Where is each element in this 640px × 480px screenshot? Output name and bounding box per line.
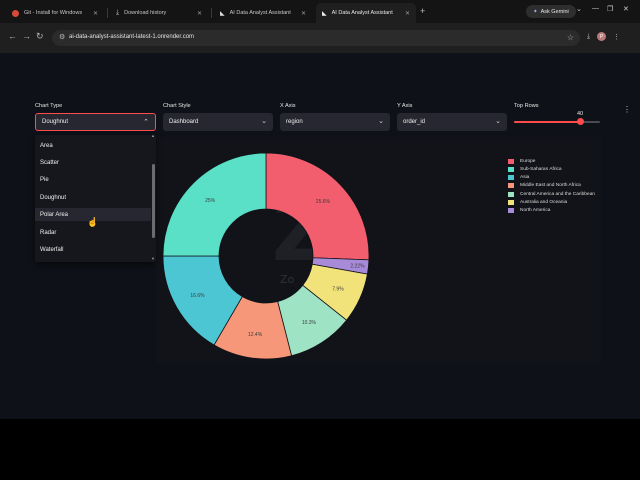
dropdown-scrollbar-thumb[interactable] [152, 164, 155, 238]
address-bar[interactable]: ⚙ ai-data-analyst-assistant-latest-1.onr… [52, 30, 580, 46]
watermark-text: Zo [280, 273, 295, 286]
tab-strip: Git - Install for Windows ✕ ⤓ Download h… [0, 0, 640, 23]
legend-item[interactable]: Asia [508, 174, 529, 182]
legend-label: Sub-Saharan Africa [520, 166, 562, 172]
legend-item[interactable]: Central America and the Caribbean [508, 190, 595, 198]
dropdown-option-scatter[interactable]: Scatter [35, 156, 151, 169]
tab-label: Download history [124, 10, 167, 16]
gemini-icon: ✦ [533, 8, 538, 15]
legend-label: Australia and Oceania [520, 200, 568, 205]
chart-style-value: Dashboard [169, 119, 199, 125]
ask-gemini-button[interactable]: ✦ Ask Gemini [526, 5, 576, 18]
tab-download-history[interactable]: ⤓ Download history ✕ [110, 3, 208, 23]
minimize-icon[interactable]: — [592, 5, 599, 12]
top-rows-slider-thumb[interactable] [577, 118, 584, 125]
legend-item[interactable]: Australia and Oceania [508, 199, 567, 207]
chart-type-value: Doughnut [42, 119, 69, 125]
bookmark-star-icon[interactable]: ☆ [567, 33, 574, 42]
restore-icon[interactable]: ❐ [607, 5, 613, 13]
tab-ai-data-analyst-1[interactable]: ◣ AI Data Analyst Assistant ✕ [214, 3, 312, 23]
ask-gemini-label: Ask Gemini [540, 8, 569, 15]
legend-label: North America [520, 208, 551, 214]
git-favicon-icon [12, 9, 19, 17]
chart-style-select[interactable]: Dashboard ⌄ [163, 113, 273, 131]
x-axis-value: region [286, 119, 303, 125]
scroll-up-icon[interactable]: ▲ [151, 133, 155, 138]
chevron-down-icon: ⌄ [495, 118, 501, 125]
toolbar-icons: ⤓ P ⋮ [587, 32, 620, 41]
tab-search-icon[interactable]: ⌄ [576, 5, 582, 13]
streamlit-favicon-icon: ◣ [220, 10, 225, 17]
dropdown-option-waterfall[interactable]: Waterfall [35, 243, 151, 256]
x-axis-label: X Axis [280, 103, 296, 109]
legend-item[interactable]: North America [508, 207, 550, 215]
dropdown-option-doughnut[interactable]: Doughnut [35, 191, 151, 204]
chart-type-dropdown-menu: Area Scatter Pie Doughnut Polar Area Radar Wat… [35, 135, 156, 262]
chevron-down-icon: ⌄ [378, 118, 384, 125]
top-rows-value: 40 [577, 111, 584, 117]
watermark-logo: Z [272, 186, 331, 279]
legend-swatch [508, 166, 514, 172]
legend-label: Asia [520, 175, 530, 181]
browser-chrome: Git - Install for Windows ✕ ⤓ Download h… [0, 0, 640, 53]
top-rows-label: Top Rows [514, 103, 539, 109]
tab-label: AI Data Analyst Assistant [331, 10, 393, 16]
top-rows-slider-fill [514, 121, 580, 123]
chevron-up-icon: ⌃ [143, 119, 149, 126]
tab-git-install[interactable]: Git - Install for Windows ✕ [6, 3, 104, 23]
menu-icon[interactable]: ⋮ [613, 33, 620, 41]
navigation-bar: ← → ↻ ⚙ ai-data-analyst-assistant-latest… [0, 23, 640, 53]
chart-type-select[interactable]: Doughnut ⌃ [35, 113, 156, 131]
chart-style-label: Chart Style [163, 103, 191, 109]
url-text[interactable]: ai-data-analyst-assistant-latest-1.onren… [69, 34, 194, 40]
tab-ai-data-analyst-active[interactable]: ◣ AI Data Analyst Assistant ✕ [316, 3, 416, 23]
download-icon[interactable]: ⤓ [587, 33, 590, 41]
legend-label: Middle East and North Africa [520, 183, 581, 189]
chart-type-label: Chart Type [35, 103, 63, 109]
x-axis-select[interactable]: region ⌄ [280, 113, 390, 131]
close-tab-icon[interactable]: ✕ [301, 10, 306, 17]
legend-label: Central America and the Caribbean [520, 191, 595, 197]
legend-swatch [508, 158, 514, 164]
y-axis-value: order_id [403, 119, 426, 125]
streamlit-favicon-icon: ◣ [322, 10, 327, 17]
reload-icon[interactable]: ↻ [36, 31, 44, 42]
y-axis-select[interactable]: order_id ⌄ [397, 113, 507, 131]
site-info-icon[interactable]: ⚙ [59, 33, 65, 41]
chevron-down-icon: ⌄ [261, 118, 267, 125]
app-viewport: Chart Type Doughnut ⌃ Chart Style Dashbo… [0, 53, 640, 419]
close-tab-icon[interactable]: ✕ [197, 10, 202, 17]
tab-label: AI Data Analyst Assistant [229, 10, 291, 16]
close-tab-icon[interactable]: ✕ [405, 10, 410, 17]
new-tab-button[interactable]: + [420, 6, 425, 16]
back-icon[interactable]: ← [8, 31, 17, 41]
legend-label: Europe [520, 158, 536, 164]
scroll-down-icon[interactable]: ▼ [151, 256, 155, 261]
dropdown-option-area[interactable]: Area [35, 139, 151, 152]
close-tab-icon[interactable]: ✕ [93, 10, 98, 17]
avatar[interactable]: P [597, 32, 607, 41]
letterbox-bottom [0, 419, 640, 480]
legend-swatch [508, 191, 514, 197]
app-offset: Chart Type Doughnut ⌃ Chart Style Dashbo… [0, 53, 640, 419]
tab-label: Git - Install for Windows [24, 10, 83, 16]
download-icon: ⤓ [116, 9, 120, 16]
legend-item[interactable]: Middle East and North Africa [508, 182, 581, 190]
legend-swatch [508, 200, 514, 205]
dropdown-option-pie[interactable]: Pie [35, 173, 151, 186]
legend-swatch [508, 175, 514, 181]
legend-item[interactable]: Europe [508, 157, 535, 165]
close-window-icon[interactable]: ✕ [623, 5, 629, 13]
legend-swatch [508, 183, 514, 189]
legend-item[interactable]: Sub-Saharan Africa [508, 165, 562, 173]
forward-icon[interactable]: → [22, 31, 31, 41]
app-canvas: Chart Type Doughnut ⌃ Chart Style Dashbo… [0, 53, 640, 419]
app-menu-icon[interactable]: ⋮ [623, 105, 631, 114]
y-axis-label: Y Axis [397, 103, 413, 109]
legend-swatch [508, 208, 514, 214]
mouse-pointer-icon: ☝ [87, 217, 99, 227]
